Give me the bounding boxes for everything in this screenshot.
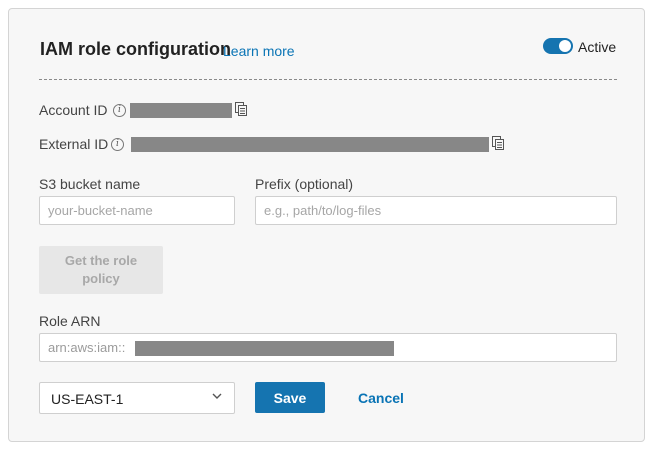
external-id-value bbox=[131, 137, 489, 152]
active-toggle[interactable] bbox=[543, 38, 573, 54]
toggle-knob bbox=[559, 40, 571, 52]
info-icon: i bbox=[111, 138, 124, 151]
chevron-down-icon bbox=[212, 393, 222, 399]
region-select[interactable]: US-EAST-1 bbox=[39, 382, 235, 414]
get-role-policy-button[interactable]: Get the role policy bbox=[39, 246, 163, 294]
active-label: Active bbox=[578, 39, 617, 55]
s3-bucket-input[interactable] bbox=[39, 196, 235, 225]
region-select-value: US-EAST-1 bbox=[51, 391, 124, 407]
iam-role-config-card: IAM role configuration Learn more Active… bbox=[8, 8, 645, 442]
account-id-label: Account ID bbox=[39, 102, 108, 118]
divider bbox=[39, 79, 617, 80]
cancel-button[interactable]: Cancel bbox=[358, 390, 404, 406]
copy-icon[interactable] bbox=[235, 102, 247, 116]
role-arn-label: Role ARN bbox=[39, 313, 101, 329]
role-arn-redacted bbox=[135, 341, 394, 356]
page-title: IAM role configuration bbox=[40, 39, 231, 59]
save-button[interactable]: Save bbox=[255, 382, 325, 413]
external-id-label: External ID bbox=[39, 136, 109, 152]
copy-icon[interactable] bbox=[492, 136, 504, 150]
prefix-input[interactable] bbox=[255, 196, 617, 225]
info-icon: i bbox=[113, 104, 126, 117]
role-arn-input[interactable]: arn:aws:iam:: bbox=[39, 333, 617, 362]
s3-bucket-label: S3 bucket name bbox=[39, 176, 141, 192]
prefix-label: Prefix (optional) bbox=[255, 176, 354, 192]
role-arn-prefix: arn:aws:iam:: bbox=[48, 340, 126, 355]
learn-more-link[interactable]: Learn more bbox=[223, 43, 295, 59]
account-id-value bbox=[130, 103, 232, 118]
